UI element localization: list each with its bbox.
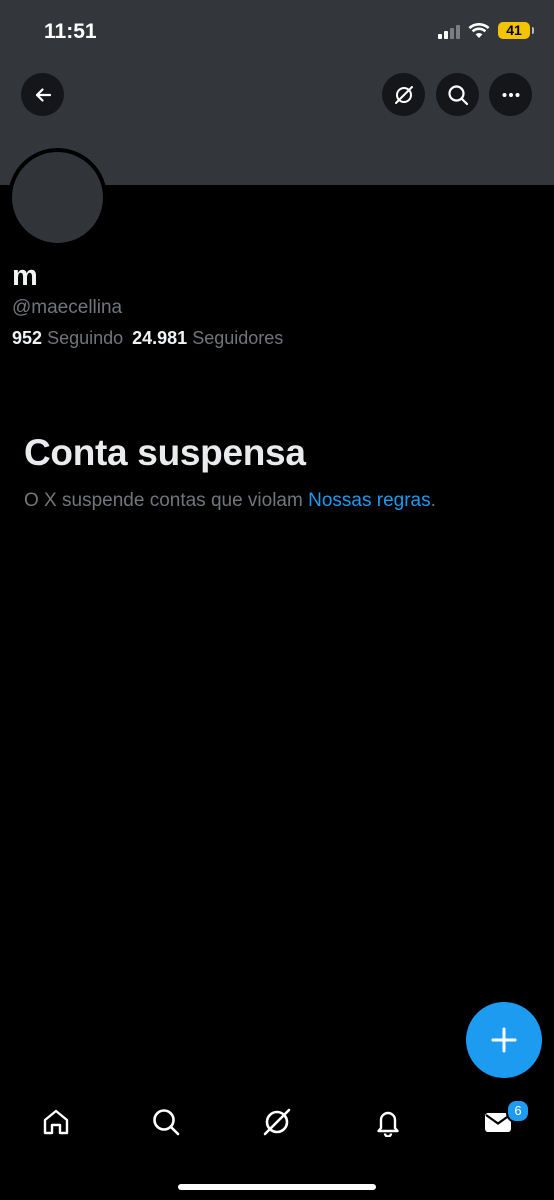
nav-messages[interactable]: 6 — [473, 1099, 530, 1142]
follow-stats: 952 Seguindo 24.981 Seguidores — [12, 328, 283, 349]
home-indicator — [178, 1184, 376, 1190]
following-count: 952 — [12, 328, 43, 348]
grok-icon — [394, 85, 413, 104]
username-handle: @maecellina — [12, 297, 123, 318]
nav-home[interactable] — [31, 1102, 81, 1142]
back-button[interactable] — [21, 73, 64, 116]
followers-label: Seguidores — [192, 328, 284, 348]
suspended-message: O X suspende contas que violam Nossas re… — [24, 490, 436, 512]
search-button[interactable] — [436, 73, 479, 116]
status-icons: 41 — [438, 22, 534, 39]
following-label: Seguindo — [47, 328, 124, 348]
messages-badge: 6 — [506, 1099, 530, 1123]
nav-notifications[interactable] — [363, 1102, 413, 1142]
notifications-icon — [377, 1111, 399, 1137]
nav-search[interactable] — [141, 1102, 191, 1142]
search-icon — [153, 1109, 180, 1136]
plus-icon — [491, 1027, 517, 1053]
cellular-signal-icon — [438, 23, 460, 39]
home-icon — [43, 1109, 69, 1135]
arrow-left-icon — [35, 87, 51, 102]
suspended-title: Conta suspensa — [24, 432, 306, 473]
status-time: 11:51 — [44, 20, 97, 43]
suspended-message-text: O X suspende contas que violam — [24, 490, 309, 511]
suspended-message-suffix: . — [430, 490, 436, 511]
search-icon — [447, 84, 468, 105]
more-icon — [502, 92, 519, 97]
followers-count: 24.981 — [132, 328, 188, 348]
more-button[interactable] — [489, 73, 532, 116]
grok-icon — [263, 1108, 291, 1136]
wifi-icon — [468, 22, 490, 38]
nav-grok[interactable] — [252, 1102, 302, 1142]
grok-button[interactable] — [382, 73, 425, 116]
avatar[interactable] — [8, 148, 107, 247]
following-link[interactable]: 952 Seguindo — [12, 328, 123, 348]
compose-button[interactable] — [466, 1002, 542, 1078]
rules-link[interactable]: Nossas regras — [308, 490, 431, 511]
followers-link[interactable]: 24.981 Seguidores — [132, 328, 283, 348]
battery-indicator: 41 — [498, 22, 534, 39]
display-name: m — [12, 260, 38, 292]
